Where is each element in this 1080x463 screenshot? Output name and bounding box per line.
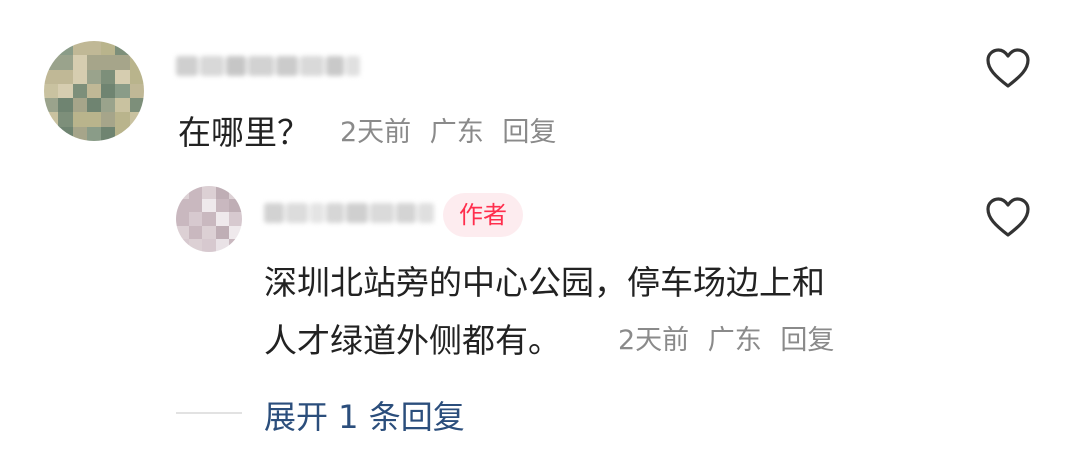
reply-button[interactable]: 回复 [502, 117, 556, 148]
heart-icon[interactable] [985, 47, 1031, 89]
reply-text-line-2: 人才绿道外侧都有。 [264, 321, 561, 360]
reply-text-line-1: 深圳北站旁的中心公园，停车场边上和 [264, 263, 825, 302]
heart-icon[interactable] [985, 196, 1031, 238]
username-blurred[interactable] [264, 203, 434, 223]
reply-meta: 2天前 广东 回复 [618, 318, 844, 357]
reply-location: 广东 [707, 325, 762, 356]
author-badge: 作者 [443, 193, 523, 237]
reply-button[interactable]: 回复 [780, 325, 834, 356]
comment-time: 2天前 [340, 117, 412, 148]
username-blurred[interactable] [176, 56, 360, 76]
comment-location: 广东 [429, 117, 484, 148]
divider [176, 412, 242, 414]
expand-replies-link[interactable]: 展开 1 条回复 [264, 392, 465, 438]
comment-meta: 2天前 广东 回复 [340, 110, 566, 149]
comment-text: 在哪里？ [178, 113, 310, 152]
reply-time: 2天前 [618, 325, 690, 356]
avatar[interactable] [44, 41, 144, 141]
avatar[interactable] [176, 186, 242, 252]
